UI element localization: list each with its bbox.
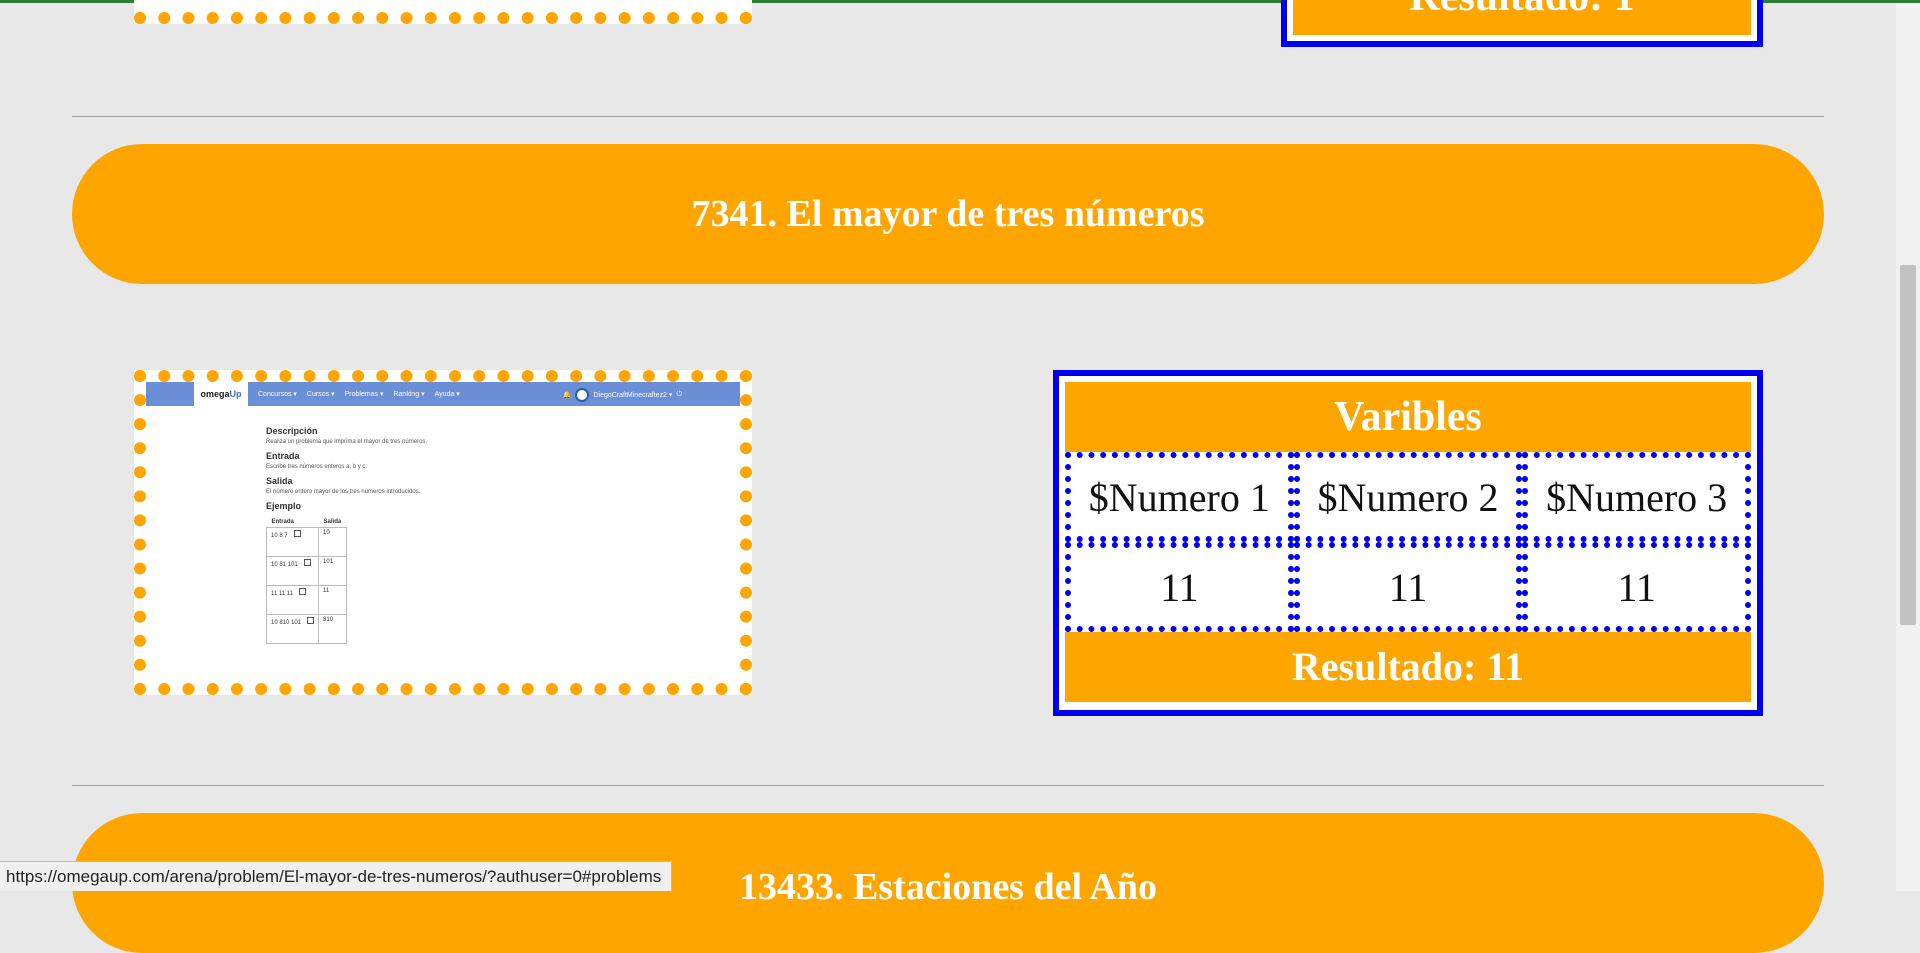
mini-col-header: Entrada bbox=[271, 519, 294, 525]
mini-nav-item: Ranking ▾ bbox=[393, 391, 425, 398]
mini-heading: Entrada bbox=[266, 451, 300, 461]
variable-name: $Numero 3 bbox=[1522, 452, 1751, 542]
mini-nav-item: Cursos ▾ bbox=[306, 391, 335, 398]
mini-text: El número entero mayor de los tres númer… bbox=[266, 489, 421, 495]
variable-name: $Numero 2 bbox=[1293, 452, 1523, 542]
mini-power-icon: ⏻ bbox=[676, 391, 682, 398]
mini-navbar: omega Up Concursos ▾ Cursos ▾ Problemas ▾… bbox=[146, 382, 740, 406]
problem-title-banner: 7341. El mayor de tres números bbox=[72, 144, 1824, 284]
variable-name: $Numero 1 bbox=[1065, 452, 1294, 542]
mini-user-menu: 🔔 DiegoCraftMinecraftez2 ▾ ⏻ bbox=[563, 388, 682, 402]
variables-title: Varibles bbox=[1334, 394, 1482, 440]
mini-example-row: 10 810 101 810 bbox=[265, 614, 347, 644]
copy-icon bbox=[293, 530, 301, 537]
section-divider bbox=[72, 116, 1824, 117]
mini-username: DiegoCraftMinecraftez2 ▾ bbox=[593, 392, 673, 399]
previous-result-bar: Resultado: 1 bbox=[1293, 0, 1751, 35]
vertical-scrollbar[interactable] bbox=[1896, 3, 1920, 891]
previous-screenshot-frame bbox=[134, 0, 752, 24]
variable-values-row: 11 11 11 bbox=[1065, 542, 1751, 632]
mini-avatar-icon bbox=[575, 388, 590, 402]
next-problem-title: 13433. Estaciones del Año bbox=[738, 866, 1158, 908]
copy-icon bbox=[303, 559, 311, 566]
problem-title: 7341. El mayor de tres números bbox=[691, 193, 1205, 235]
variable-value: 11 bbox=[1065, 542, 1294, 632]
copy-icon bbox=[299, 588, 307, 595]
mini-example-row: 11 11 11 11 bbox=[265, 585, 347, 615]
copy-icon bbox=[307, 617, 315, 624]
mini-heading: Salida bbox=[266, 476, 293, 486]
variable-names-row: $Numero 1 $Numero 2 $Numero 3 bbox=[1065, 452, 1751, 542]
mini-heading: Descripción bbox=[266, 426, 318, 436]
problem-screenshot-frame[interactable]: omega Up Concursos ▾ Cursos ▾ Problemas ▾… bbox=[134, 370, 752, 695]
mini-bell-icon: 🔔 bbox=[562, 392, 572, 399]
mini-col-header: Salida bbox=[323, 519, 342, 525]
mini-example-row: 10 81 101 101 bbox=[265, 556, 347, 586]
section-divider bbox=[72, 785, 1824, 786]
previous-result-label: Resultado: 1 bbox=[1409, 0, 1634, 20]
mini-nav-item: Ayuda ▾ bbox=[434, 391, 460, 398]
mini-heading: Ejemplo bbox=[266, 501, 302, 511]
scrollbar-thumb[interactable] bbox=[1900, 265, 1916, 625]
mini-nav-item: Concursos ▾ bbox=[258, 391, 297, 398]
variables-table: $Numero 1 $Numero 2 $Numero 3 11 11 11 bbox=[1065, 452, 1751, 632]
result-bar: Resultado: 11 bbox=[1065, 632, 1751, 702]
mini-nav-item: Problemas ▾ bbox=[344, 391, 384, 398]
variable-value: 11 bbox=[1522, 542, 1751, 632]
mini-problem-body: Descripción Realiza un problema que impr… bbox=[146, 406, 740, 644]
result-label: Resultado: 11 bbox=[1291, 644, 1525, 689]
variables-header: Varibles bbox=[1065, 382, 1751, 452]
status-bar-url: https://omegaup.com/arena/problem/El-may… bbox=[0, 861, 673, 891]
status-bar-url-text: https://omegaup.com/arena/problem/El-may… bbox=[6, 866, 662, 886]
mini-logo: omega Up bbox=[194, 382, 248, 406]
mini-example-table: Entrada Salida 10 8 7 10 10 81 101 101 1… bbox=[265, 517, 347, 644]
mini-text: Escribe tres números enteros a, b y c. bbox=[266, 464, 368, 470]
variable-value: 11 bbox=[1293, 542, 1523, 632]
mini-example-row: 10 8 7 10 bbox=[265, 527, 347, 557]
variables-result-box: Varibles $Numero 1 $Numero 2 $Numero 3 1… bbox=[1053, 370, 1763, 716]
previous-result-box: Resultado: 1 bbox=[1281, 0, 1763, 47]
mini-text: Realiza un problema que imprima el mayor… bbox=[266, 439, 428, 445]
